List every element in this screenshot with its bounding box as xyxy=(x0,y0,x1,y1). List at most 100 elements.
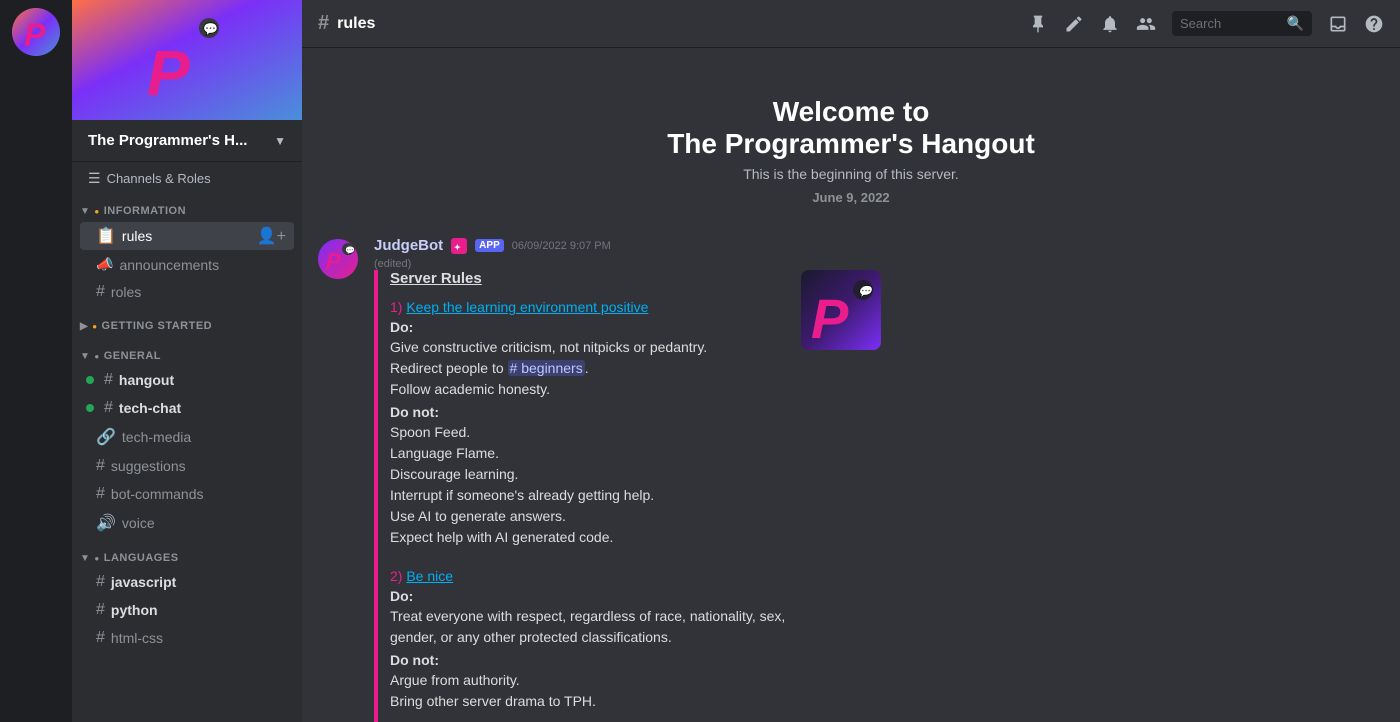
channel-htmlcss-name: html-css xyxy=(111,630,163,646)
svg-text:P: P xyxy=(326,249,341,274)
channel-roles-icon: # xyxy=(96,283,105,301)
channel-item-html-css[interactable]: # html-css xyxy=(80,625,294,651)
rule-1-do-3: Follow academic honesty. xyxy=(390,381,550,397)
rule-2-header: 2) Be nice xyxy=(390,568,785,584)
rule-2-do-header: Do: xyxy=(390,588,785,604)
channel-item-announcements[interactable]: 📣 announcements xyxy=(80,252,294,277)
channel-name: rules xyxy=(337,15,375,33)
server-icon[interactable]: P xyxy=(12,8,60,56)
channel-item-javascript[interactable]: # javascript xyxy=(80,569,294,595)
rule-2-dont-header: Do not: xyxy=(390,652,785,668)
message-content: JudgeBot ✦ APP 06/09/2022 9:07 PM (edite… xyxy=(374,237,1384,722)
welcome-title: Welcome to The Programmer's Hangout xyxy=(318,96,1384,160)
rule-1-link[interactable]: Keep the learning environment positive xyxy=(406,299,648,315)
search-input[interactable] xyxy=(1180,16,1281,31)
channel-rules-name: rules xyxy=(122,228,152,244)
channel-item-roles[interactable]: # roles xyxy=(80,279,294,305)
category-label: LANGUAGES xyxy=(104,552,179,564)
channels-roles-row[interactable]: ☰ Channels & Roles xyxy=(72,162,302,191)
welcome-subtitle: This is the beginning of this server. xyxy=(318,166,1384,182)
channel-item-hangout[interactable]: # hangout xyxy=(80,367,294,393)
channel-techchat-name: tech-chat xyxy=(119,400,181,416)
rule-1-do-1: Give constructive criticism, not nitpick… xyxy=(390,339,707,355)
category-label: GENERAL xyxy=(104,350,161,362)
chevron-icon: ▼ xyxy=(80,206,90,217)
channels-roles-label: Channels & Roles xyxy=(107,171,211,186)
channel-item-rules[interactable]: 📋 rules 👤+ xyxy=(80,222,294,250)
server-banner: P 💬 xyxy=(72,0,302,120)
server-sidebar: P xyxy=(0,0,72,722)
category-general[interactable]: ▼ ● GENERAL xyxy=(72,336,302,366)
channel-mention-beginners[interactable]: # beginners xyxy=(508,360,585,376)
edit-icon[interactable] xyxy=(1064,14,1084,34)
category-dot: ● xyxy=(94,352,99,361)
help-icon[interactable] xyxy=(1364,14,1384,34)
rule-1-dont-3: Discourage learning. xyxy=(390,466,518,482)
rule-2-dont-2: Bring other server drama to TPH. xyxy=(390,693,596,709)
svg-text:💬: 💬 xyxy=(857,285,874,298)
rule-1-do-2: Redirect people to # beginners. xyxy=(390,360,589,376)
channel-botcommands-name: bot-commands xyxy=(111,486,204,502)
category-dot: ● xyxy=(92,322,97,331)
category-getting-started[interactable]: ▶ ● GETTING STARTED xyxy=(72,306,302,336)
channel-item-bot-commands[interactable]: # bot-commands xyxy=(80,481,294,507)
channel-item-python[interactable]: # python xyxy=(80,597,294,623)
rule-1-dont-2: Language Flame. xyxy=(390,445,499,461)
channels-roles-icon: ☰ xyxy=(88,170,101,187)
rule-1-dont-4: Interrupt if someone's already getting h… xyxy=(390,487,654,503)
channel-js-icon: # xyxy=(96,573,105,591)
rule-1-dont-header: Do not: xyxy=(390,404,785,420)
channel-voice-icon: 🔊 xyxy=(96,513,116,533)
category-label: INFORMATION xyxy=(104,205,186,217)
inbox-icon[interactable] xyxy=(1328,14,1348,34)
top-bar-actions: 🔍 xyxy=(1028,11,1384,36)
message-author: JudgeBot xyxy=(374,237,443,254)
rule-1-dont-6: Expect help with AI generated code. xyxy=(390,529,613,545)
rule-2-link[interactable]: Be nice xyxy=(406,568,453,584)
channel-item-suggestions[interactable]: # suggestions xyxy=(80,453,294,479)
rule-1-do-header: Do: xyxy=(390,319,785,335)
welcome-section: Welcome to The Programmer's Hangout This… xyxy=(302,48,1400,229)
channel-techmedia-icon: 🔗 xyxy=(96,427,116,447)
category-languages[interactable]: ▼ ● LANGUAGES xyxy=(72,538,302,568)
top-bar: # rules 🔍 xyxy=(302,0,1400,48)
judgebot-badge: ✦ xyxy=(451,238,467,254)
bot-thumbnail: P 💬 xyxy=(801,270,881,350)
channel-suggestions-icon: # xyxy=(96,457,105,475)
message-body: Server Rules 1) Keep the learning enviro… xyxy=(374,270,1384,722)
channel-hangout-icon: # xyxy=(104,371,113,389)
search-icon: 🔍 xyxy=(1287,15,1304,32)
channel-voice-name: voice xyxy=(122,515,155,531)
avatar: P 💬 xyxy=(318,239,358,279)
search-bar[interactable]: 🔍 xyxy=(1172,11,1312,36)
members-icon[interactable] xyxy=(1136,14,1156,34)
channel-hangout-name: hangout xyxy=(119,372,174,388)
edited-label: (edited) xyxy=(374,258,1384,270)
channel-techmedia-name: tech-media xyxy=(122,429,191,445)
message-header: JudgeBot ✦ APP 06/09/2022 9:07 PM xyxy=(374,237,1384,254)
chevron-icon: ▼ xyxy=(80,351,90,362)
svg-text:✦: ✦ xyxy=(454,243,461,251)
svg-text:P: P xyxy=(811,287,849,350)
chat-area: Welcome to The Programmer's Hangout This… xyxy=(302,48,1400,722)
channel-item-tech-chat[interactable]: # tech-chat xyxy=(80,395,294,421)
category-dot: ● xyxy=(94,207,99,216)
channel-item-voice[interactable]: 🔊 voice xyxy=(80,509,294,537)
server-header[interactable]: The Programmer's H... ▼ xyxy=(72,120,302,162)
channel-announcements-icon: 📣 xyxy=(96,256,113,273)
bell-icon[interactable] xyxy=(1100,14,1120,34)
top-bar-channel: # rules xyxy=(318,12,375,35)
channel-suggestions-name: suggestions xyxy=(111,458,186,474)
category-information[interactable]: ▼ ● INFORMATION xyxy=(72,191,302,221)
rule-1: 1) Keep the learning environment positiv… xyxy=(390,299,785,548)
rule-1-header: 1) Keep the learning environment positiv… xyxy=(390,299,785,315)
channel-python-icon: # xyxy=(96,601,105,619)
channel-item-tech-media[interactable]: 🔗 tech-media xyxy=(80,423,294,451)
add-member-icon[interactable]: 👤+ xyxy=(257,226,286,246)
channel-hash-icon: # xyxy=(318,12,329,35)
pin-icon[interactable] xyxy=(1028,14,1048,34)
rule-2-do-1: Treat everyone with respect, regardless … xyxy=(390,608,785,624)
message-group: P 💬 JudgeBot ✦ APP 06/09/2022 9:07 PM (e… xyxy=(302,229,1400,722)
channel-python-name: python xyxy=(111,602,158,618)
message-timestamp: 06/09/2022 9:07 PM xyxy=(512,240,611,252)
